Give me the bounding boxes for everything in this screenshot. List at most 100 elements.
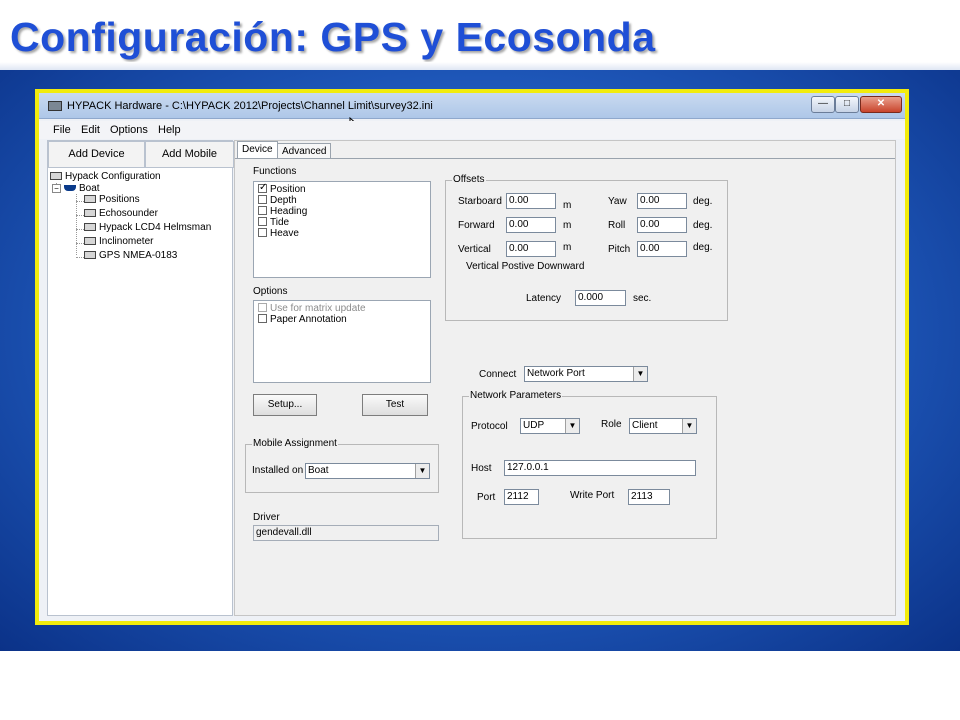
tab-device[interactable]: Device [237, 141, 278, 159]
configuration-icon [50, 172, 62, 181]
device-icon [84, 237, 96, 246]
tree-item-helmsman[interactable]: Hypack LCD4 Helmsman [84, 222, 211, 236]
minimize-button[interactable]: — [811, 96, 835, 113]
options-label: Options [253, 286, 288, 297]
chevron-down-icon[interactable]: ▼ [633, 367, 647, 381]
option-paper-annotation[interactable]: Paper Annotation [258, 314, 347, 325]
roll-unit: deg. [693, 220, 713, 231]
menu-options[interactable]: Options [110, 124, 148, 136]
chevron-down-icon[interactable]: ▼ [565, 419, 579, 433]
window-right-edge [896, 140, 905, 616]
write-port-input[interactable]: 2113 [628, 489, 670, 505]
starboard-input[interactable]: 0.00 [506, 193, 556, 209]
device-icon [84, 251, 96, 260]
device-properties-panel: Advanced Device Functions Position Depth… [234, 140, 896, 616]
vertical-label: Vertical [458, 244, 491, 255]
hypack-hardware-window: HYPACK Hardware - C:\HYPACK 2012\Project… [39, 93, 905, 621]
vertical-input[interactable]: 0.00 [506, 241, 556, 257]
device-icon [84, 209, 96, 218]
checkbox[interactable] [258, 217, 267, 226]
function-depth[interactable]: Depth [258, 195, 297, 206]
setup-button[interactable]: Setup... [253, 394, 317, 416]
device-tree-panel: Add Device Add Mobile Hypack Configurati… [47, 140, 234, 616]
network-parameters-group: Network Parameters Protocol UDP ▼ Role C… [462, 390, 717, 539]
forward-input[interactable]: 0.00 [506, 217, 556, 233]
offsets-group: Offsets Starboard 0.00 m Forward 0.00 m … [445, 174, 728, 321]
checkbox [258, 303, 267, 312]
starboard-label: Starboard [458, 196, 502, 207]
tree-item-inclinometer[interactable]: Inclinometer [84, 236, 153, 250]
tab-advanced[interactable]: Advanced [277, 143, 332, 158]
driver-field: gendevall.dll [253, 525, 439, 541]
add-mobile-button[interactable]: Add Mobile [145, 141, 234, 168]
pitch-input[interactable]: 0.00 [637, 241, 687, 257]
close-button[interactable]: ✕ [860, 96, 902, 113]
yaw-input[interactable]: 0.00 [637, 193, 687, 209]
menu-file[interactable]: File [53, 124, 71, 136]
function-tide[interactable]: Tide [258, 217, 289, 228]
roll-label: Roll [608, 220, 626, 231]
mobile-assignment-group: Mobile Assignment Installed on Boat ▼ [245, 438, 439, 493]
tree-line [76, 243, 84, 244]
menu-edit[interactable]: Edit [81, 124, 100, 136]
checkbox[interactable] [258, 314, 267, 323]
functions-label: Functions [253, 166, 297, 177]
checkbox[interactable] [258, 182, 267, 193]
tree-item-positions[interactable]: Positions [84, 194, 140, 208]
installed-on-select[interactable]: Boat ▼ [305, 463, 430, 479]
add-device-button[interactable]: Add Device [48, 141, 145, 168]
checkbox[interactable] [258, 195, 267, 204]
window-titlebar[interactable]: HYPACK Hardware - C:\HYPACK 2012\Project… [39, 93, 905, 119]
device-tab-content: Functions Position Depth Heading Tide He… [235, 158, 895, 615]
tree-item-gps-nmea[interactable]: GPS NMEA-0183 [84, 250, 177, 264]
maximize-button[interactable]: □ [835, 96, 859, 113]
checkbox[interactable] [258, 228, 267, 237]
latency-label: Latency [526, 293, 562, 304]
menu-help[interactable]: Help [158, 124, 181, 136]
starboard-unit: m [563, 200, 572, 211]
pitch-label: Pitch [608, 244, 631, 255]
forward-label: Forward [458, 220, 495, 231]
host-label: Host [471, 463, 492, 474]
test-button[interactable]: Test [362, 394, 428, 416]
menu-bar: File Edit Options Help [39, 121, 905, 139]
vertical-unit: m [563, 242, 572, 253]
collapse-icon[interactable]: − [52, 183, 61, 193]
role-select[interactable]: Client ▼ [629, 418, 697, 434]
connect-label: Connect [479, 369, 517, 380]
protocol-label: Protocol [471, 421, 508, 432]
latency-unit: sec. [633, 293, 652, 304]
title-rule [0, 62, 960, 70]
yaw-unit: deg. [693, 196, 713, 207]
boat-icon [64, 185, 76, 192]
tree-item-echosounder[interactable]: Echosounder [84, 208, 158, 222]
slide-title: Configuración: GPS y Ecosonda [10, 14, 656, 60]
offsets-title: Offsets [452, 174, 486, 185]
device-icon [84, 195, 96, 204]
connect-select[interactable]: Network Port ▼ [524, 366, 648, 382]
port-input[interactable]: 2112 [504, 489, 539, 505]
mobile-assignment-title: Mobile Assignment [252, 438, 338, 449]
function-heave[interactable]: Heave [258, 228, 299, 239]
chevron-down-icon[interactable]: ▼ [415, 464, 429, 478]
host-input[interactable]: 127.0.0.1 [504, 460, 696, 476]
roll-input[interactable]: 0.00 [637, 217, 687, 233]
window-title: HYPACK Hardware - C:\HYPACK 2012\Project… [67, 100, 433, 112]
forward-unit: m [563, 220, 572, 231]
function-position[interactable]: Position [258, 182, 306, 195]
checkbox[interactable] [258, 206, 267, 215]
network-parameters-title: Network Parameters [469, 390, 563, 401]
vertical-positive-note: Vertical Postive Downward [466, 261, 585, 272]
option-matrix-update: Use for matrix update [258, 303, 366, 314]
function-heading[interactable]: Heading [258, 206, 307, 217]
port-label: Port [477, 492, 496, 503]
pitch-unit: deg. [693, 242, 713, 253]
protocol-select[interactable]: UDP ▼ [520, 418, 580, 434]
chevron-down-icon[interactable]: ▼ [682, 419, 696, 433]
tree-line [76, 194, 77, 255]
role-label: Role [601, 419, 622, 430]
driver-label: Driver [253, 512, 280, 523]
device-icon [84, 223, 96, 232]
yaw-label: Yaw [608, 196, 627, 207]
latency-input[interactable]: 0.000 [575, 290, 626, 306]
